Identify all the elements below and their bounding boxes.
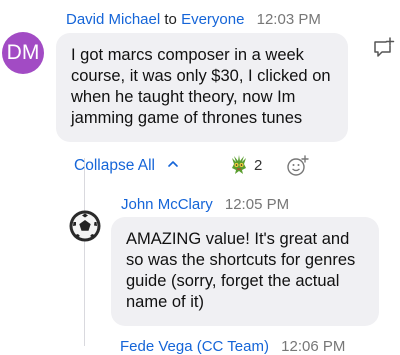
smiley-plus-icon[interactable] bbox=[286, 154, 310, 178]
soccer-ball-icon[interactable] bbox=[68, 209, 102, 243]
sender-name[interactable]: David Michael bbox=[66, 11, 160, 28]
avatar[interactable]: DM bbox=[2, 32, 44, 74]
thread-line bbox=[84, 158, 85, 346]
dragon-emoji-icon[interactable] bbox=[228, 154, 250, 181]
reaction-count: 2 bbox=[254, 157, 263, 174]
sender-name[interactable]: John McClary bbox=[121, 196, 213, 213]
to-label: to bbox=[164, 11, 177, 28]
message-time: 12:03 PM bbox=[256, 11, 321, 28]
message-time: 12:06 PM bbox=[281, 338, 346, 355]
message-time: 12:05 PM bbox=[224, 196, 290, 213]
sender-name[interactable]: Fede Vega (CC Team) bbox=[120, 338, 269, 355]
message-header: John McClary 12:05 PM bbox=[121, 196, 289, 213]
recipient-name[interactable]: Everyone bbox=[181, 11, 244, 28]
message-header: David Michael to Everyone 12:03 PM bbox=[66, 11, 321, 28]
comment-plus-icon[interactable] bbox=[370, 36, 396, 62]
message-bubble[interactable]: AMAZING value! It's great and so was the… bbox=[111, 217, 379, 326]
collapse-all-button[interactable]: Collapse All bbox=[74, 157, 179, 175]
collapse-all-label: Collapse All bbox=[74, 157, 155, 174]
message-text: I got marcs composer in a week course, i… bbox=[71, 46, 331, 127]
avatar-initials: DM bbox=[6, 41, 40, 64]
message-header: Fede Vega (CC Team) 12:06 PM bbox=[120, 338, 345, 355]
chevron-up-icon bbox=[167, 157, 179, 175]
message-text: AMAZING value! It's great and so was the… bbox=[126, 230, 356, 311]
message-bubble[interactable]: I got marcs composer in a week course, i… bbox=[56, 33, 348, 142]
